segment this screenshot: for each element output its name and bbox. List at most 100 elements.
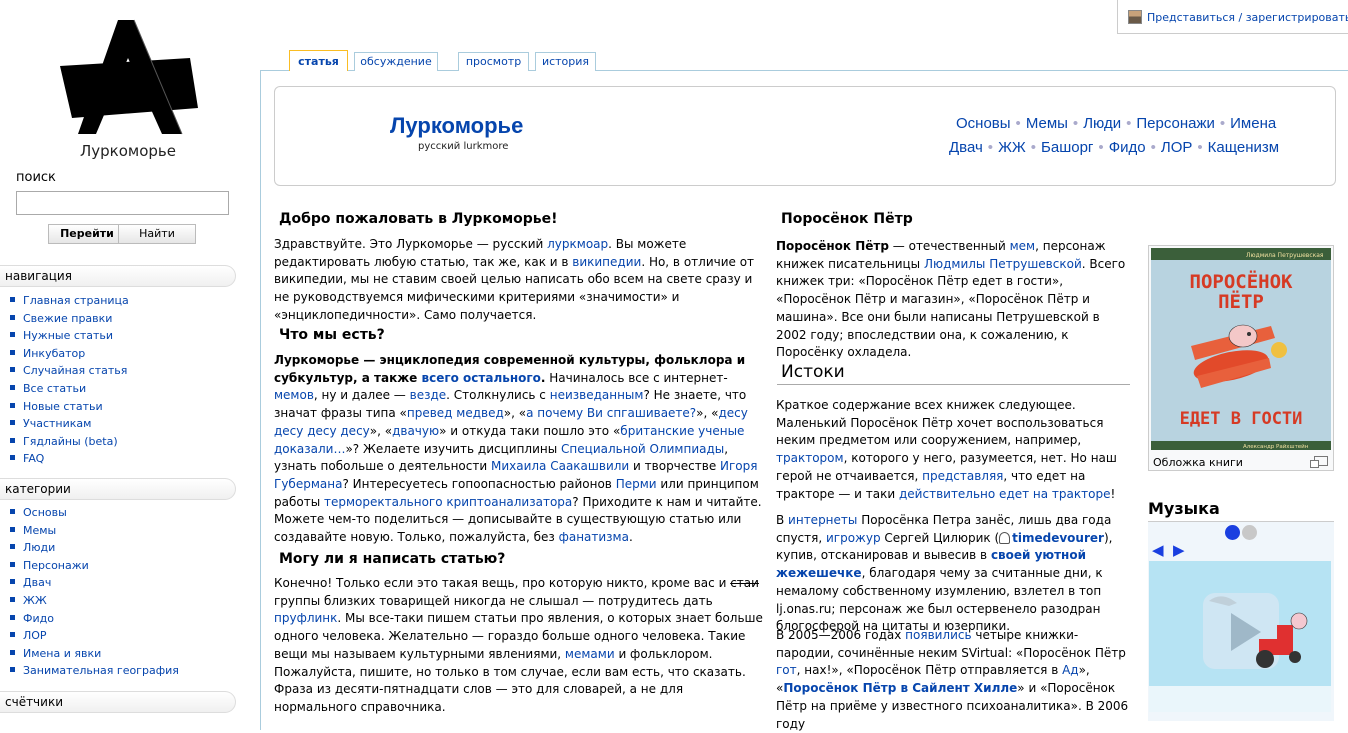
portal-link[interactable]: Фидо	[1109, 139, 1146, 156]
navigation-header: навигация	[0, 265, 236, 287]
category-item[interactable]: Фидо	[10, 610, 179, 628]
nav-item[interactable]: Инкубатор	[10, 345, 129, 363]
inline-link[interactable]: а почему Ви спгашиваете?	[526, 406, 696, 420]
what-heading: Что мы есть?	[279, 327, 385, 343]
enlarge-icon[interactable]	[1310, 456, 1328, 468]
category-item[interactable]: ЛОР	[10, 627, 179, 645]
portal-link[interactable]: Имена	[1230, 115, 1276, 132]
portal-link[interactable]: Кащенизм	[1208, 139, 1279, 156]
tab-article[interactable]: статья	[289, 50, 348, 71]
inline-link[interactable]: Перми	[616, 477, 657, 491]
portal-link[interactable]: Мемы	[1026, 115, 1068, 132]
category-item[interactable]: Основы	[10, 504, 179, 522]
category-item[interactable]: Мемы	[10, 522, 179, 540]
find-button[interactable]: Найти	[118, 224, 196, 244]
nav-item[interactable]: Все статьи	[10, 380, 129, 398]
origins-heading: Истоки	[781, 362, 845, 382]
next-arrow-icon[interactable]: ▶	[1173, 541, 1185, 559]
can-paragraph: Конечно! Только если это такая вещь, про…	[274, 576, 763, 714]
inline-link[interactable]: википедии	[572, 255, 641, 269]
music-heading: Музыка	[1148, 499, 1220, 518]
inline-link[interactable]: мемами	[565, 647, 615, 661]
inline-link[interactable]: Специальной Олимпиады	[561, 442, 724, 456]
categories-header: категории	[0, 478, 236, 500]
tab-history[interactable]: история	[535, 52, 596, 71]
nav-item[interactable]: Гядлайны (beta)	[10, 433, 129, 451]
category-item[interactable]: Двач	[10, 574, 179, 592]
inline-link[interactable]: мемов	[274, 388, 314, 402]
inline-link[interactable]: терморектального криптоанализатора	[324, 495, 572, 509]
nav-item[interactable]: Новые статьи	[10, 398, 129, 416]
slide-dot[interactable]	[1242, 525, 1257, 540]
category-item[interactable]: Занимательная география	[10, 662, 179, 680]
can-heading: Могу ли я написать статью?	[279, 551, 506, 567]
personal-bar: Представиться / зарегистрироваться	[1117, 0, 1348, 34]
portal-link[interactable]: Двач	[949, 139, 983, 156]
inline-link[interactable]: появились	[905, 628, 971, 642]
portal-link[interactable]: ЖЖ	[998, 139, 1026, 156]
search-label: поиск	[16, 170, 56, 185]
inline-link[interactable]: Поросёнок Пётр в Сайлент Хилле	[783, 681, 1017, 695]
inline-link[interactable]: везде	[410, 388, 447, 402]
featured-heading: Поросёнок Пётр	[781, 211, 913, 227]
cover-title-3: ЕДЕТ В ГОСТИ	[1180, 409, 1303, 429]
heading-divider	[777, 384, 1130, 385]
inline-link[interactable]: интернеты	[788, 513, 857, 527]
search-input[interactable]	[16, 191, 229, 215]
book-cover-image[interactable]: Людмила Петрушевская ПОРОСЁНОК ПЁТР ЕДЕТ…	[1151, 248, 1331, 450]
nav-item[interactable]: Случайная статья	[10, 362, 129, 380]
nav-item[interactable]: FAQ	[10, 450, 129, 468]
lurk-logo-icon	[60, 19, 198, 135]
video-player[interactable]	[1149, 561, 1331, 712]
inline-link[interactable]: трактором	[776, 451, 844, 465]
origins-paragraph-3: В 2005—2006 годах появились четыре книжк…	[776, 628, 1129, 731]
portal-link[interactable]: ЛОР	[1161, 139, 1193, 156]
cover-title-2: ПЁТР	[1218, 289, 1264, 313]
portal-nav-row-2: Двач • ЖЖ • Башорг • Фидо • ЛОР • Кащенизм	[949, 139, 1280, 156]
tab-view[interactable]: просмотр	[458, 52, 529, 71]
go-button[interactable]: Перейти	[48, 224, 126, 244]
site-logo[interactable]	[50, 18, 210, 158]
tab-discussion[interactable]: обсуждение	[354, 52, 438, 71]
inline-link[interactable]: превед медвед	[407, 406, 504, 420]
slide-dot-active[interactable]	[1225, 525, 1240, 540]
inline-link[interactable]: представляя	[922, 469, 1003, 483]
nav-item[interactable]: Участникам	[10, 415, 129, 433]
what-paragraph: Луркоморье — энциклопедия современной ку…	[274, 353, 762, 545]
inline-link[interactable]: пруфлинк	[274, 611, 337, 625]
inline-link[interactable]: двачую	[392, 424, 439, 438]
inline-link[interactable]: всего остального	[422, 371, 541, 385]
prev-arrow-icon[interactable]: ◀	[1152, 541, 1164, 559]
inline-link[interactable]: луркмоар	[547, 237, 608, 251]
categories-list: Основы Мемы Люди Персонажи Двач ЖЖ Фидо …	[10, 504, 179, 680]
category-item[interactable]: Люди	[10, 539, 179, 557]
inline-link[interactable]: действительно едет на тракторе	[899, 487, 1110, 501]
category-item[interactable]: Имена и явки	[10, 645, 179, 663]
portal-link[interactable]: Люди	[1083, 115, 1121, 132]
lj-user-link[interactable]: timedevourer	[1012, 531, 1104, 545]
category-item[interactable]: ЖЖ	[10, 592, 179, 610]
portal-link[interactable]: Башорг	[1041, 139, 1093, 156]
portal-nav-row-1: Основы • Мемы • Люди • Персонажи • Имена	[956, 115, 1277, 132]
portal-link[interactable]: Основы	[956, 115, 1011, 132]
login-link[interactable]: Представиться / зарегистрироваться	[1147, 11, 1348, 24]
nav-item[interactable]: Свежие правки	[10, 310, 129, 328]
inline-link[interactable]: гот	[776, 663, 797, 677]
inline-link[interactable]: Людмилы Петрушевской	[924, 257, 1082, 271]
inline-link[interactable]: мем	[1010, 239, 1036, 253]
inline-link[interactable]: неизведанным	[550, 388, 644, 402]
nav-item[interactable]: Главная страница	[10, 292, 129, 310]
page-title: Луркоморье	[390, 113, 524, 138]
user-icon	[1128, 10, 1142, 24]
portal-link[interactable]: Персонажи	[1136, 115, 1215, 132]
nav-item[interactable]: Нужные статьи	[10, 327, 129, 345]
inline-link[interactable]: фанатизма	[559, 530, 629, 544]
lj-user-icon	[999, 531, 1011, 544]
logo-title: Луркоморье	[80, 142, 176, 160]
cover-title-1: ПОРОСЁНОК	[1190, 269, 1294, 293]
inline-link[interactable]: Ад	[1062, 663, 1079, 677]
category-item[interactable]: Персонажи	[10, 557, 179, 575]
inline-link[interactable]: игрожур	[826, 531, 881, 545]
inline-link[interactable]: Михаила Саакашвили	[491, 459, 629, 473]
navigation-list: Главная страница Свежие правки Нужные ст…	[10, 292, 129, 468]
